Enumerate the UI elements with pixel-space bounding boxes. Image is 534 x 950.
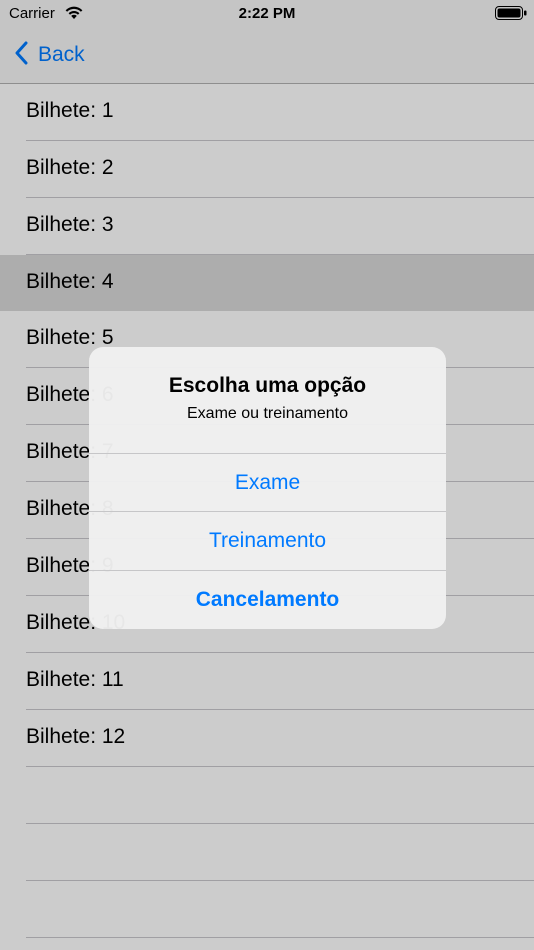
exam-button[interactable]: Exame	[89, 453, 446, 512]
alert-dialog: Escolha uma opção Exame ou treinamento E…	[89, 347, 446, 629]
alert-title: Escolha uma opção	[168, 374, 367, 397]
alert-message: Exame ou treinamento	[187, 405, 348, 422]
screen: Carrier 2:22 PM Back Bilhete: 1 Bilhete:…	[0, 0, 534, 950]
cancel-button[interactable]: Cancelamento	[89, 570, 446, 629]
training-button[interactable]: Treinamento	[89, 511, 446, 570]
